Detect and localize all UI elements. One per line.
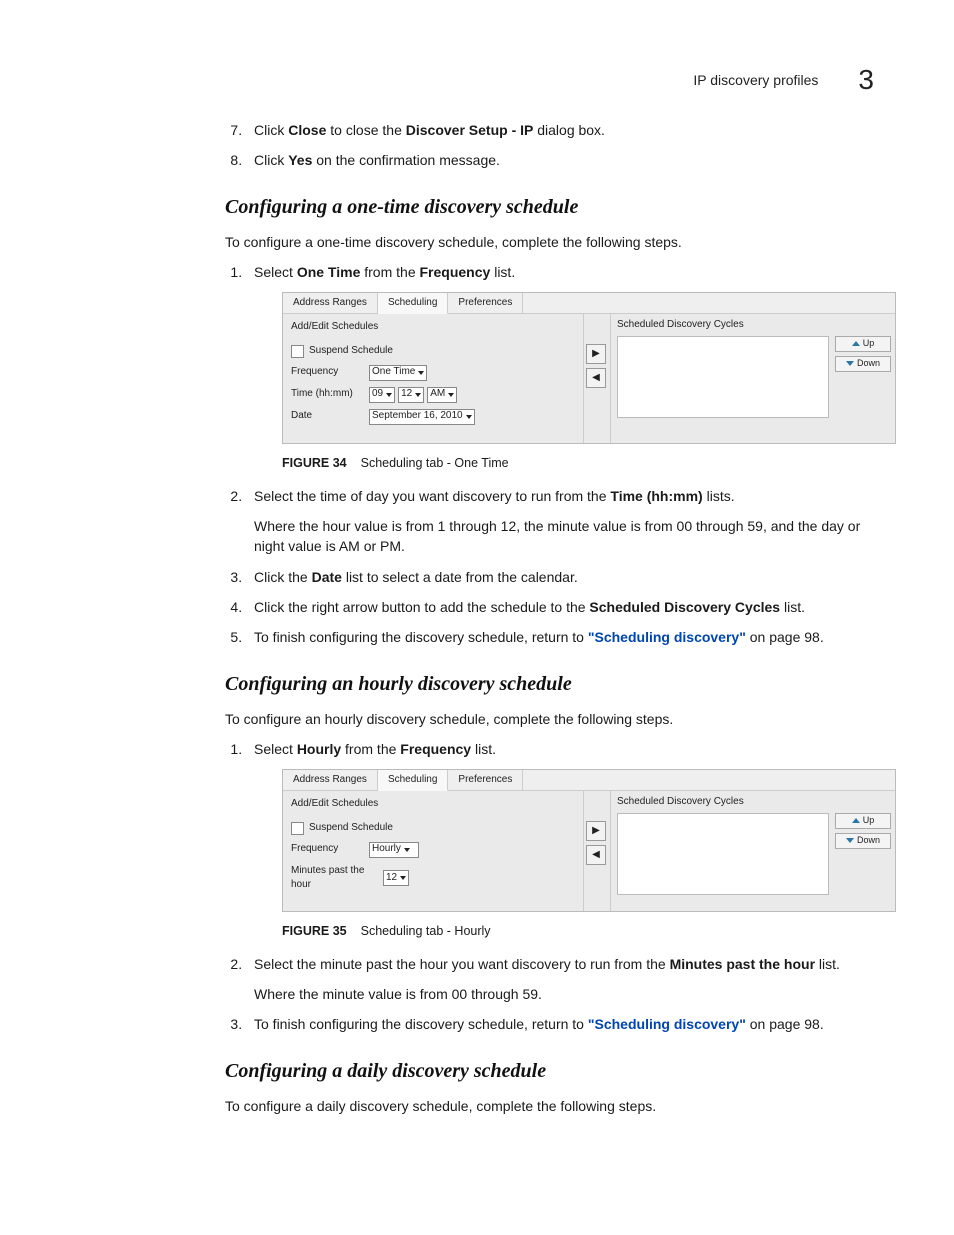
tabs-row: Address Ranges Scheduling Preferences (283, 293, 895, 314)
chevron-down-icon (466, 415, 472, 419)
page-header: IP discovery profiles 3 (693, 60, 874, 101)
figure35-panel: Address Ranges Scheduling Preferences Ad… (282, 769, 896, 912)
section1-step5: To finish configuring the discovery sche… (246, 627, 864, 647)
chevron-down-icon (448, 393, 454, 397)
date-label: Date (291, 409, 369, 424)
tab-address-ranges[interactable]: Address Ranges (283, 770, 378, 790)
section2-step2: Select the minute past the hour you want… (246, 954, 864, 1005)
frequency-select[interactable]: Hourly (369, 842, 419, 858)
triangle-down-icon (846, 361, 854, 366)
chapter-number: 3 (858, 60, 874, 101)
chevron-down-icon (415, 393, 421, 397)
header-title: IP discovery profiles (693, 70, 818, 90)
figure35-caption: FIGURE 35Scheduling tab - Hourly (282, 922, 864, 940)
section1-intro: To configure a one-time discovery schedu… (225, 232, 864, 252)
add-right-button[interactable]: ▶ (586, 821, 606, 841)
scheduled-cycles-list[interactable] (617, 813, 829, 895)
minutes-label: Minutes past the hour (291, 864, 383, 893)
frequency-label: Frequency (291, 842, 369, 857)
add-right-button[interactable]: ▶ (586, 344, 606, 364)
chevron-down-icon (386, 393, 392, 397)
chevron-down-icon (404, 848, 410, 852)
time-label: Time (hh:mm) (291, 387, 369, 402)
tab-preferences[interactable]: Preferences (448, 770, 523, 790)
tab-scheduling[interactable]: Scheduling (378, 770, 448, 791)
figure34-caption: FIGURE 34Scheduling tab - One Time (282, 454, 864, 472)
section2-step3: To finish configuring the discovery sche… (246, 1014, 864, 1034)
section2-step1: Select Hourly from the Frequency list. A… (246, 739, 864, 940)
section3-intro: To configure a daily discovery schedule,… (225, 1096, 864, 1116)
section1-step4: Click the right arrow button to add the … (246, 597, 864, 617)
triangle-up-icon (852, 341, 860, 346)
opening-steps: Click Close to close the Discover Setup … (225, 120, 864, 171)
up-button[interactable]: Up (835, 336, 891, 352)
section1-steps: Select One Time from the Frequency list.… (225, 262, 864, 648)
section1-step2: Select the time of day you want discover… (246, 486, 864, 557)
frequency-select[interactable]: One Time (369, 365, 427, 381)
minutes-select[interactable]: 12 (383, 870, 409, 886)
suspend-checkbox[interactable] (291, 822, 304, 835)
section2-title: Configuring an hourly discovery schedule (225, 670, 864, 699)
down-button[interactable]: Down (835, 833, 891, 849)
suspend-label: Suspend Schedule (309, 344, 393, 359)
date-select[interactable]: September 16, 2010 (369, 409, 475, 425)
tab-address-ranges[interactable]: Address Ranges (283, 293, 378, 313)
section3-title: Configuring a daily discovery schedule (225, 1057, 864, 1086)
section2-intro: To configure an hourly discovery schedul… (225, 709, 864, 729)
chevron-down-icon (418, 371, 424, 375)
add-edit-schedules-label: Add/Edit Schedules (291, 797, 575, 812)
section1-step3: Click the Date list to select a date fro… (246, 567, 864, 587)
remove-left-button[interactable]: ◀ (586, 368, 606, 388)
tab-scheduling[interactable]: Scheduling (378, 293, 448, 314)
scheduled-cycles-label: Scheduled Discovery Cycles (617, 795, 829, 810)
figure34-panel: Address Ranges Scheduling Preferences Ad… (282, 292, 896, 444)
time-hour-select[interactable]: 09 (369, 387, 395, 403)
up-button[interactable]: Up (835, 813, 891, 829)
scheduling-discovery-link[interactable]: "Scheduling discovery" (588, 1016, 746, 1032)
scheduling-discovery-link[interactable]: "Scheduling discovery" (588, 629, 746, 645)
down-button[interactable]: Down (835, 356, 891, 372)
section2-steps: Select Hourly from the Frequency list. A… (225, 739, 864, 1035)
tab-preferences[interactable]: Preferences (448, 293, 523, 313)
step-8: Click Yes on the confirmation message. (246, 150, 864, 170)
remove-left-button[interactable]: ◀ (586, 845, 606, 865)
time-minute-select[interactable]: 12 (398, 387, 424, 403)
triangle-down-icon (846, 838, 854, 843)
step-7: Click Close to close the Discover Setup … (246, 120, 864, 140)
time-ampm-select[interactable]: AM (427, 387, 457, 403)
scheduled-cycles-label: Scheduled Discovery Cycles (617, 318, 829, 333)
scheduled-cycles-list[interactable] (617, 336, 829, 418)
section1-title: Configuring a one-time discovery schedul… (225, 193, 864, 222)
triangle-up-icon (852, 818, 860, 823)
tabs-row: Address Ranges Scheduling Preferences (283, 770, 895, 791)
suspend-label: Suspend Schedule (309, 821, 393, 836)
frequency-label: Frequency (291, 365, 369, 380)
section1-step1: Select One Time from the Frequency list.… (246, 262, 864, 472)
suspend-checkbox[interactable] (291, 345, 304, 358)
add-edit-schedules-label: Add/Edit Schedules (291, 320, 575, 335)
chevron-down-icon (400, 876, 406, 880)
